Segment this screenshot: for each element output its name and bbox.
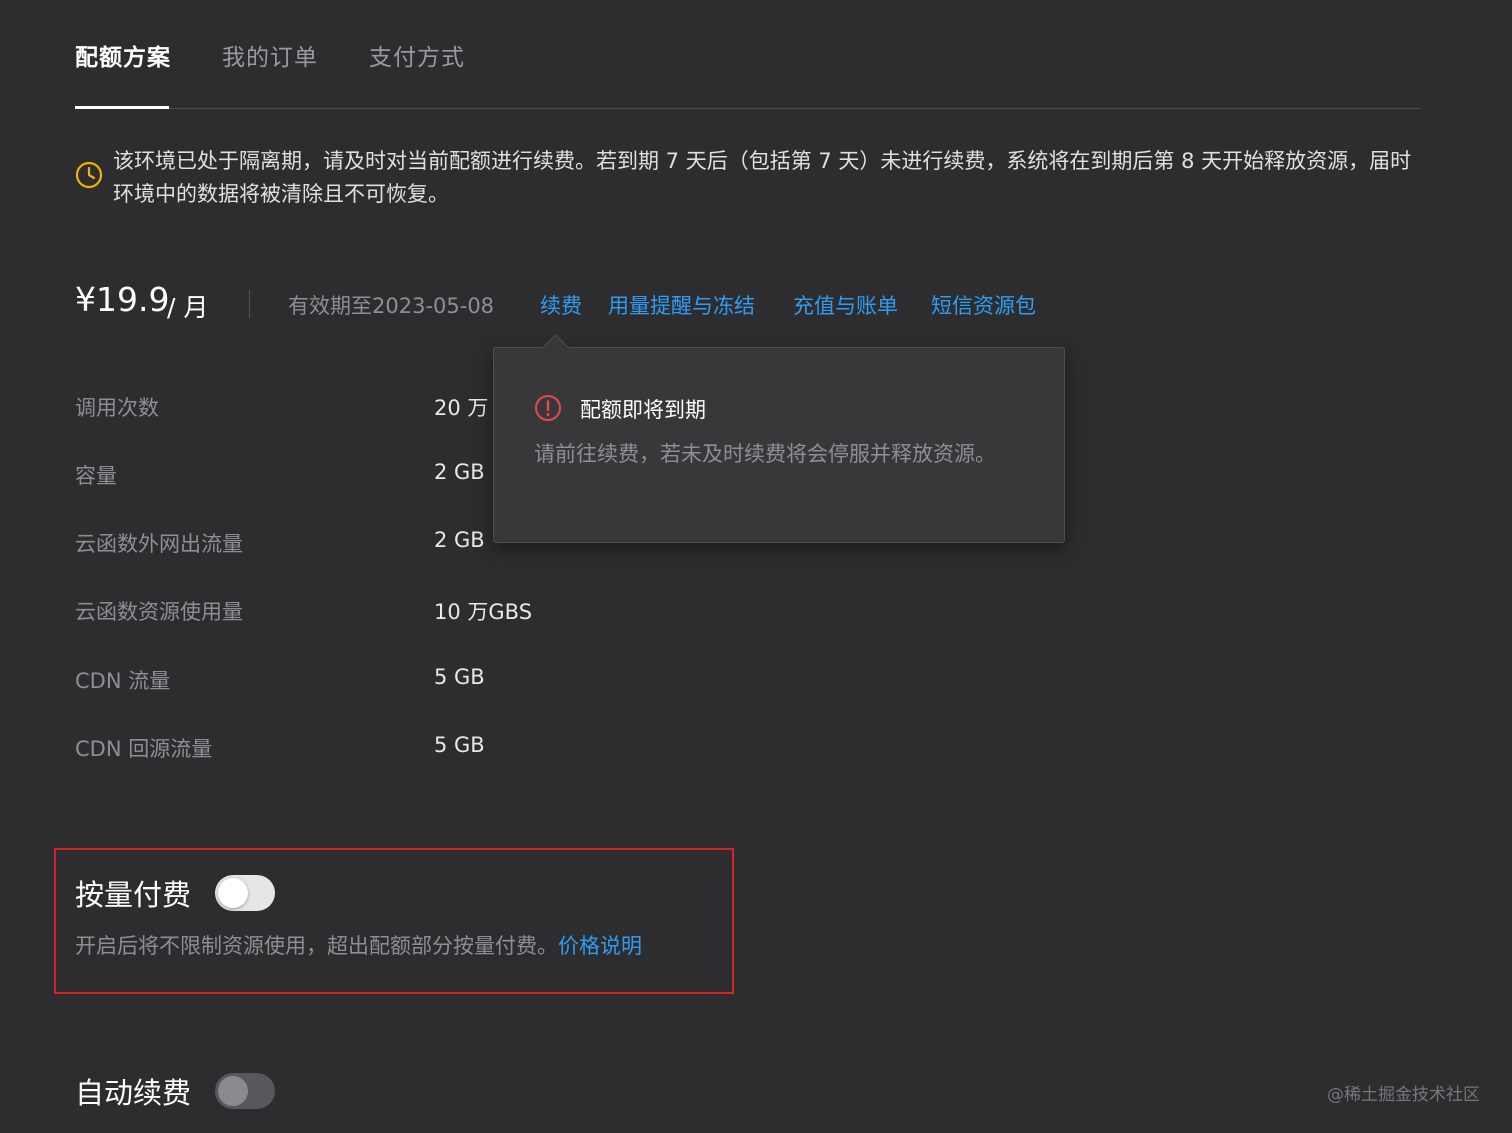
quota-value: 10 万GBS	[434, 600, 533, 624]
pay-as-you-go-desc-text: 开启后将不限制资源使用，超出配额部分按量付费。	[75, 934, 558, 958]
divider	[249, 290, 250, 318]
quota-value: 20 万	[434, 396, 489, 420]
toggle-knob	[218, 1076, 248, 1106]
quota-label: 云函数资源使用量	[75, 600, 243, 624]
pay-as-you-go-description: 开启后将不限制资源使用，超出配额部分按量付费。价格说明	[75, 930, 642, 960]
tab-bar: 配额方案 我的订单 支付方式	[75, 0, 1421, 109]
quota-label: 容量	[75, 464, 117, 488]
toggle-knob	[218, 878, 248, 908]
quota-value: 5 GB	[434, 733, 485, 757]
watermark: @稀土掘金技术社区	[1327, 1085, 1480, 1105]
active-tab-indicator	[75, 106, 169, 109]
tab-payment-methods[interactable]: 支付方式	[369, 38, 465, 72]
sms-package-link[interactable]: 短信资源包	[931, 290, 1036, 320]
notice-text: 该环境已处于隔离期，请及时对当前配额进行续费。若到期 7 天后（包括第 7 天）…	[113, 149, 1412, 206]
plan-price: ¥19.9	[75, 280, 170, 319]
pay-as-you-go-toggle[interactable]	[215, 875, 275, 911]
highlight-box	[54, 848, 734, 994]
pricing-info-link[interactable]: 价格说明	[558, 934, 642, 958]
tab-quota-plan[interactable]: 配额方案	[75, 38, 171, 72]
pay-as-you-go-title: 按量付费	[75, 878, 192, 912]
quota-value: 2 GB	[434, 460, 485, 484]
quota-row: 云函数资源使用量 10 万GBS	[75, 596, 775, 626]
quota-value: 2 GB	[434, 528, 485, 552]
clock-icon	[75, 161, 103, 189]
quota-row: CDN 回源流量 5 GB	[75, 733, 775, 763]
quota-row: CDN 流量 5 GB	[75, 665, 775, 695]
alert-circle-icon	[535, 395, 561, 421]
auto-renew-title: 自动续费	[75, 1076, 192, 1110]
quota-label: 云函数外网出流量	[75, 532, 243, 556]
renew-link[interactable]: 续费	[540, 290, 582, 320]
expiry-popover: 配额即将到期 请前往续费，若未及时续费将会停服并释放资源。	[493, 334, 1065, 543]
recharge-billing-link[interactable]: 充值与账单	[793, 290, 898, 320]
quota-value: 5 GB	[434, 665, 485, 689]
plan-price-unit: / 月	[167, 293, 209, 322]
popover-title: 配额即将到期	[580, 398, 706, 422]
quota-label: CDN 回源流量	[75, 737, 213, 761]
auto-renew-toggle[interactable]	[215, 1073, 275, 1109]
popover-arrow	[542, 334, 569, 361]
plan-summary: ¥19.9 / 月 有效期至2023-05-08 续费 用量提醒与冻结 充值与账…	[75, 278, 1375, 328]
usage-alert-link[interactable]: 用量提醒与冻结	[608, 290, 755, 320]
quota-label: 调用次数	[75, 396, 159, 420]
quota-label: CDN 流量	[75, 669, 171, 693]
popover-description: 请前往续费，若未及时续费将会停服并释放资源。	[534, 442, 996, 466]
plan-validity: 有效期至2023-05-08	[288, 294, 495, 318]
tab-my-orders[interactable]: 我的订单	[222, 38, 318, 72]
